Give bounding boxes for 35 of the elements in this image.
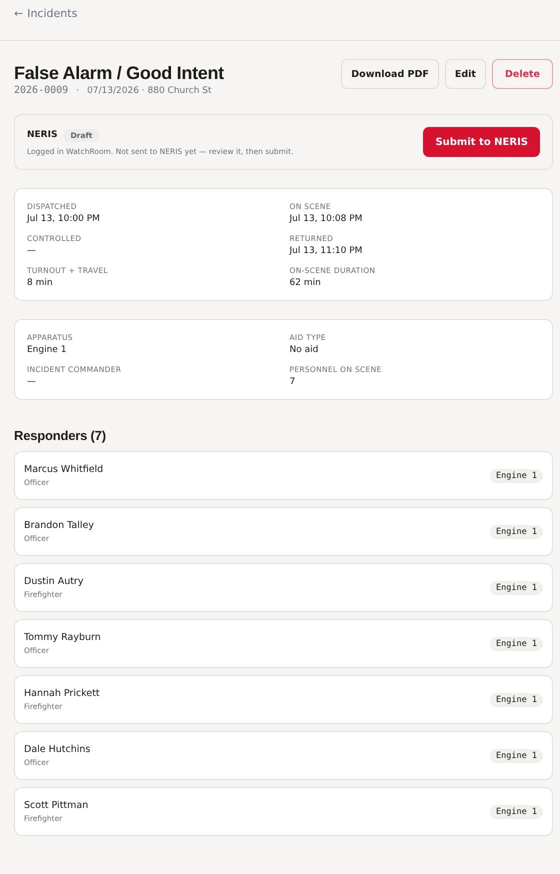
back-link[interactable]: ← Incidents <box>14 7 78 20</box>
responder-name: Tommy Rayburn <box>24 632 101 643</box>
field-value: Jul 13, 10:08 PM <box>290 214 364 224</box>
responder-name: Dustin Autry <box>24 576 84 587</box>
field-value: No aid <box>290 345 320 355</box>
unit-tag: Engine 1 <box>490 636 543 650</box>
incident-number: 2026-0009 <box>14 85 68 96</box>
responder-name: Marcus Whitfield <box>24 464 104 475</box>
field-value: 62 min <box>290 278 322 288</box>
section-heading: Responders (7) <box>14 428 107 443</box>
submit-button[interactable]: Submit to NERIS <box>423 127 540 157</box>
unit-tag: Engine 1 <box>490 692 543 706</box>
unit-tag: Engine 1 <box>490 804 543 818</box>
field-value: Engine 1 <box>27 345 68 355</box>
field-value: Jul 13, 11:10 PM <box>290 246 364 256</box>
responder-name: Brandon Talley <box>24 520 94 531</box>
responder-name: Scott Pittman <box>24 800 88 811</box>
separator-dot: · <box>76 86 80 96</box>
unit-tag: Engine 1 <box>490 748 543 762</box>
unit-tag: Engine 1 <box>490 524 543 538</box>
page-title: False Alarm / Good Intent <box>14 62 224 85</box>
delete-button[interactable]: Delete <box>492 59 553 89</box>
field-value: 7 <box>290 377 296 387</box>
neris-title: NERIS <box>27 130 58 140</box>
unit-tag: Engine 1 <box>490 580 543 594</box>
action-button[interactable]: Edit <box>444 59 486 89</box>
responder-name: Dale Hutchins <box>24 744 90 755</box>
field-value: — <box>27 377 37 387</box>
action-button[interactable]: Download PDF <box>341 59 439 89</box>
responder-name: Hannah Prickett <box>24 688 100 699</box>
incident-details: 07/13/2026 · 880 Church St <box>87 86 212 96</box>
unit-tag: Engine 1 <box>490 468 543 482</box>
field-value: — <box>27 246 37 256</box>
field-value: Jul 13, 10:00 PM <box>27 214 101 224</box>
field-value: 8 min <box>27 278 54 288</box>
